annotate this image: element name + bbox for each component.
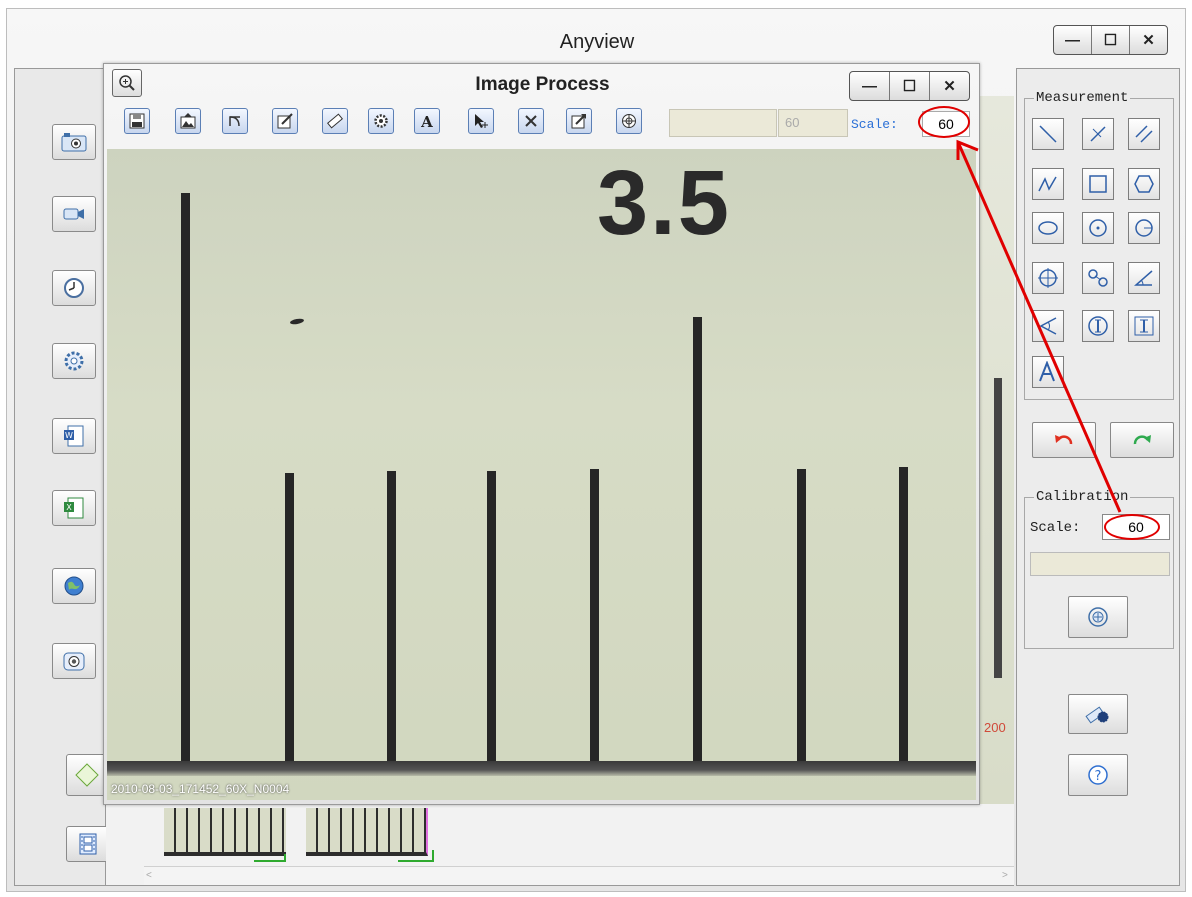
annotation-arrow bbox=[956, 139, 1122, 513]
